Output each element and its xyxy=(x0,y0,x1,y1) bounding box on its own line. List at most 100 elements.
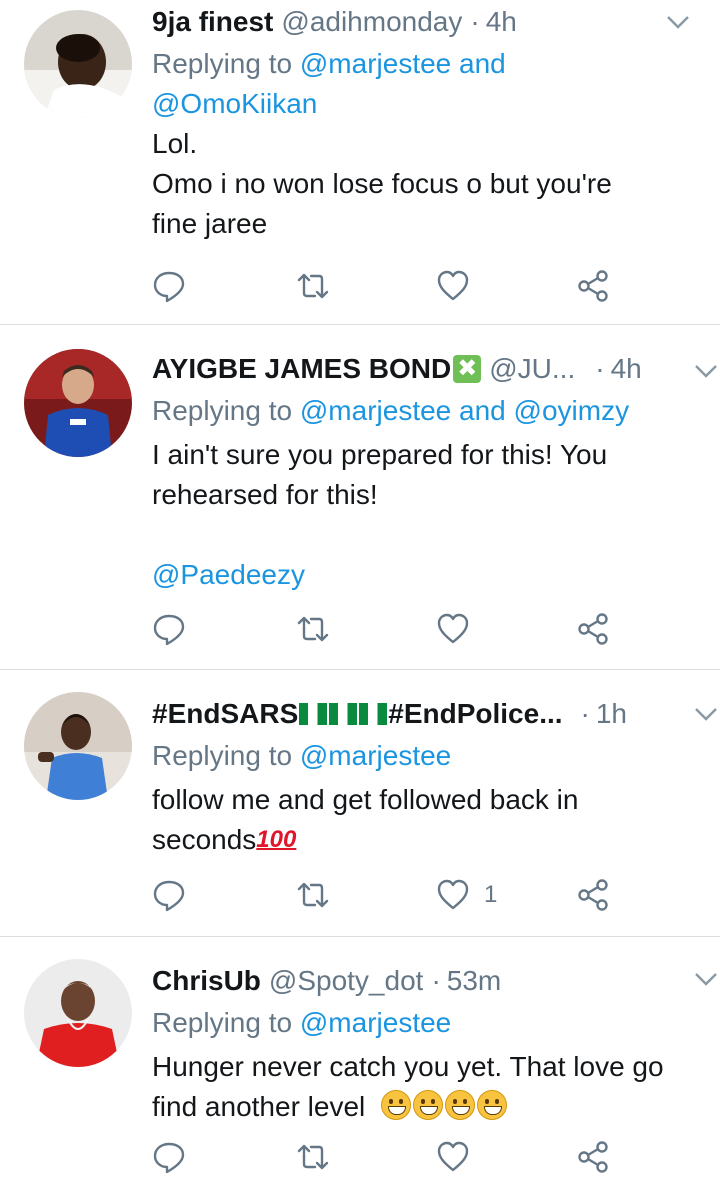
tweet[interactable]: ChrisUb @Spoty_dot · 53m Replying to @ma… xyxy=(0,937,720,1176)
avatar[interactable] xyxy=(24,349,132,457)
reply-context: Replying to @marjestee xyxy=(152,736,698,776)
tweet-header: #EndSARS #EndPolice... · 1h xyxy=(152,692,698,736)
text-line: follow me and get followed back in xyxy=(152,784,579,815)
like-button[interactable]: 1 xyxy=(436,875,497,915)
reply-icon xyxy=(153,614,185,646)
share-button[interactable] xyxy=(576,266,610,306)
tweet-text: Hunger never catch you yet. That love go… xyxy=(152,1047,698,1127)
timestamp[interactable]: 4h xyxy=(611,347,642,391)
username[interactable]: @JU... xyxy=(489,347,575,391)
reply-prefix: Replying to xyxy=(152,740,293,771)
tweet-text: Lol. Omo i no won lose focus o but you'r… xyxy=(152,124,698,244)
tweet-text: follow me and get followed back in secon… xyxy=(152,780,698,860)
mention-link[interactable]: @oyimzy xyxy=(514,395,630,426)
cross-mark-emoji: ✖ xyxy=(453,355,482,383)
tweet-header: ChrisUb @Spoty_dot · 53m xyxy=(152,959,698,1003)
action-bar xyxy=(152,266,622,306)
mention-link[interactable]: @marjestee xyxy=(300,1007,451,1038)
mention-link[interactable]: @marjestee xyxy=(300,395,451,426)
avatar[interactable] xyxy=(24,692,132,800)
retweet-icon xyxy=(297,882,329,908)
grinning-emoji xyxy=(413,1090,444,1120)
reply-icon xyxy=(153,880,185,912)
like-button[interactable] xyxy=(436,609,470,649)
like-button[interactable] xyxy=(436,266,470,306)
retweet-button[interactable] xyxy=(296,1137,330,1177)
text-line: Omo i no won lose focus o but you're xyxy=(152,168,612,199)
tears-of-joy-emoji xyxy=(477,1090,508,1120)
reply-icon xyxy=(153,1142,185,1174)
reply-button[interactable] xyxy=(152,266,186,306)
text-line: Hunger never catch you yet. That love go xyxy=(152,1051,664,1082)
like-icon xyxy=(437,879,469,910)
chevron-down-icon[interactable] xyxy=(662,6,694,38)
mention-link[interactable]: @marjestee xyxy=(300,48,451,79)
text-line: rehearsed for this! xyxy=(152,479,378,510)
share-button[interactable] xyxy=(576,609,610,649)
hundred-points-emoji: 100 xyxy=(256,826,297,853)
chevron-down-icon[interactable] xyxy=(690,698,720,730)
display-name[interactable]: 9ja finest xyxy=(152,0,273,44)
like-button[interactable] xyxy=(436,1137,470,1177)
tweet[interactable]: 9ja finest @adihmonday · 4h Replying to … xyxy=(0,0,720,325)
tweet[interactable]: AYIGBE JAMES BOND ✖ @JU... · 4h Replying… xyxy=(0,325,720,670)
reply-context: Replying to @marjestee xyxy=(152,1003,698,1043)
text-line: fine jaree xyxy=(152,208,268,239)
share-button[interactable] xyxy=(576,875,610,915)
avatar[interactable] xyxy=(24,959,132,1067)
timestamp[interactable]: 4h xyxy=(486,0,517,44)
retweet-button[interactable] xyxy=(296,875,330,915)
retweet-button[interactable] xyxy=(296,266,330,306)
text-line: seconds xyxy=(152,824,257,855)
retweet-icon xyxy=(297,1144,329,1170)
tweet-header: 9ja finest @adihmonday · 4h xyxy=(152,0,698,44)
action-bar: 1 xyxy=(152,875,622,915)
retweet-icon xyxy=(297,273,329,299)
reply-button[interactable] xyxy=(152,875,186,915)
separator: · xyxy=(431,965,441,996)
name-hashtag: #EndPolice... xyxy=(388,698,563,729)
display-name[interactable]: ChrisUb xyxy=(152,959,261,1003)
like-icon xyxy=(437,613,469,644)
display-name[interactable]: #EndSARS #EndPolice... xyxy=(152,692,563,736)
nigeria-flag-emoji xyxy=(299,703,328,725)
name-hashtag: #EndSARS xyxy=(152,698,299,729)
tweet-header: AYIGBE JAMES BOND ✖ @JU... · 4h xyxy=(152,347,698,391)
share-icon xyxy=(578,879,608,911)
tears-of-joy-emoji xyxy=(445,1090,476,1120)
retweet-button[interactable] xyxy=(296,609,330,649)
reply-context: Replying to @marjestee and @OmoKiikan xyxy=(152,44,698,124)
text-line: find another level xyxy=(152,1091,366,1122)
grinning-emoji xyxy=(381,1090,412,1120)
username[interactable]: @Spoty_dot xyxy=(269,959,424,1003)
separator: · xyxy=(470,6,480,37)
reply-context: Replying to @marjestee and @oyimzy xyxy=(152,391,698,431)
mention-link[interactable]: @OmoKiikan xyxy=(152,88,317,119)
share-icon xyxy=(578,613,608,645)
share-icon xyxy=(578,270,608,302)
chevron-down-icon[interactable] xyxy=(690,355,720,387)
reply-prefix: Replying to xyxy=(152,48,293,79)
display-name[interactable]: AYIGBE JAMES BOND xyxy=(152,347,451,391)
avatar[interactable] xyxy=(24,10,132,118)
text-line: Lol. xyxy=(152,128,198,159)
mention-link[interactable]: @marjestee xyxy=(300,740,451,771)
reply-button[interactable] xyxy=(152,1137,186,1177)
chevron-down-icon[interactable] xyxy=(690,963,720,995)
retweet-icon xyxy=(297,616,329,642)
like-icon xyxy=(437,270,469,301)
timestamp[interactable]: 53m xyxy=(447,959,501,1003)
timestamp[interactable]: 1h xyxy=(596,692,627,736)
reply-prefix: Replying to xyxy=(152,395,293,426)
nigeria-flag-emoji xyxy=(359,703,388,725)
share-button[interactable] xyxy=(576,1137,610,1177)
mention-link[interactable]: @Paedeezy xyxy=(152,555,698,595)
username[interactable]: @adihmonday xyxy=(281,0,462,44)
tweet-text: I ain't sure you prepared for this! You … xyxy=(152,435,698,595)
share-icon xyxy=(578,1141,608,1173)
like-icon xyxy=(437,1141,469,1172)
separator: · xyxy=(580,698,590,729)
text-line: I ain't sure you prepared for this! You xyxy=(152,439,608,470)
reply-button[interactable] xyxy=(152,609,186,649)
tweet[interactable]: #EndSARS #EndPolice... · 1h Replying to @… xyxy=(0,670,720,937)
